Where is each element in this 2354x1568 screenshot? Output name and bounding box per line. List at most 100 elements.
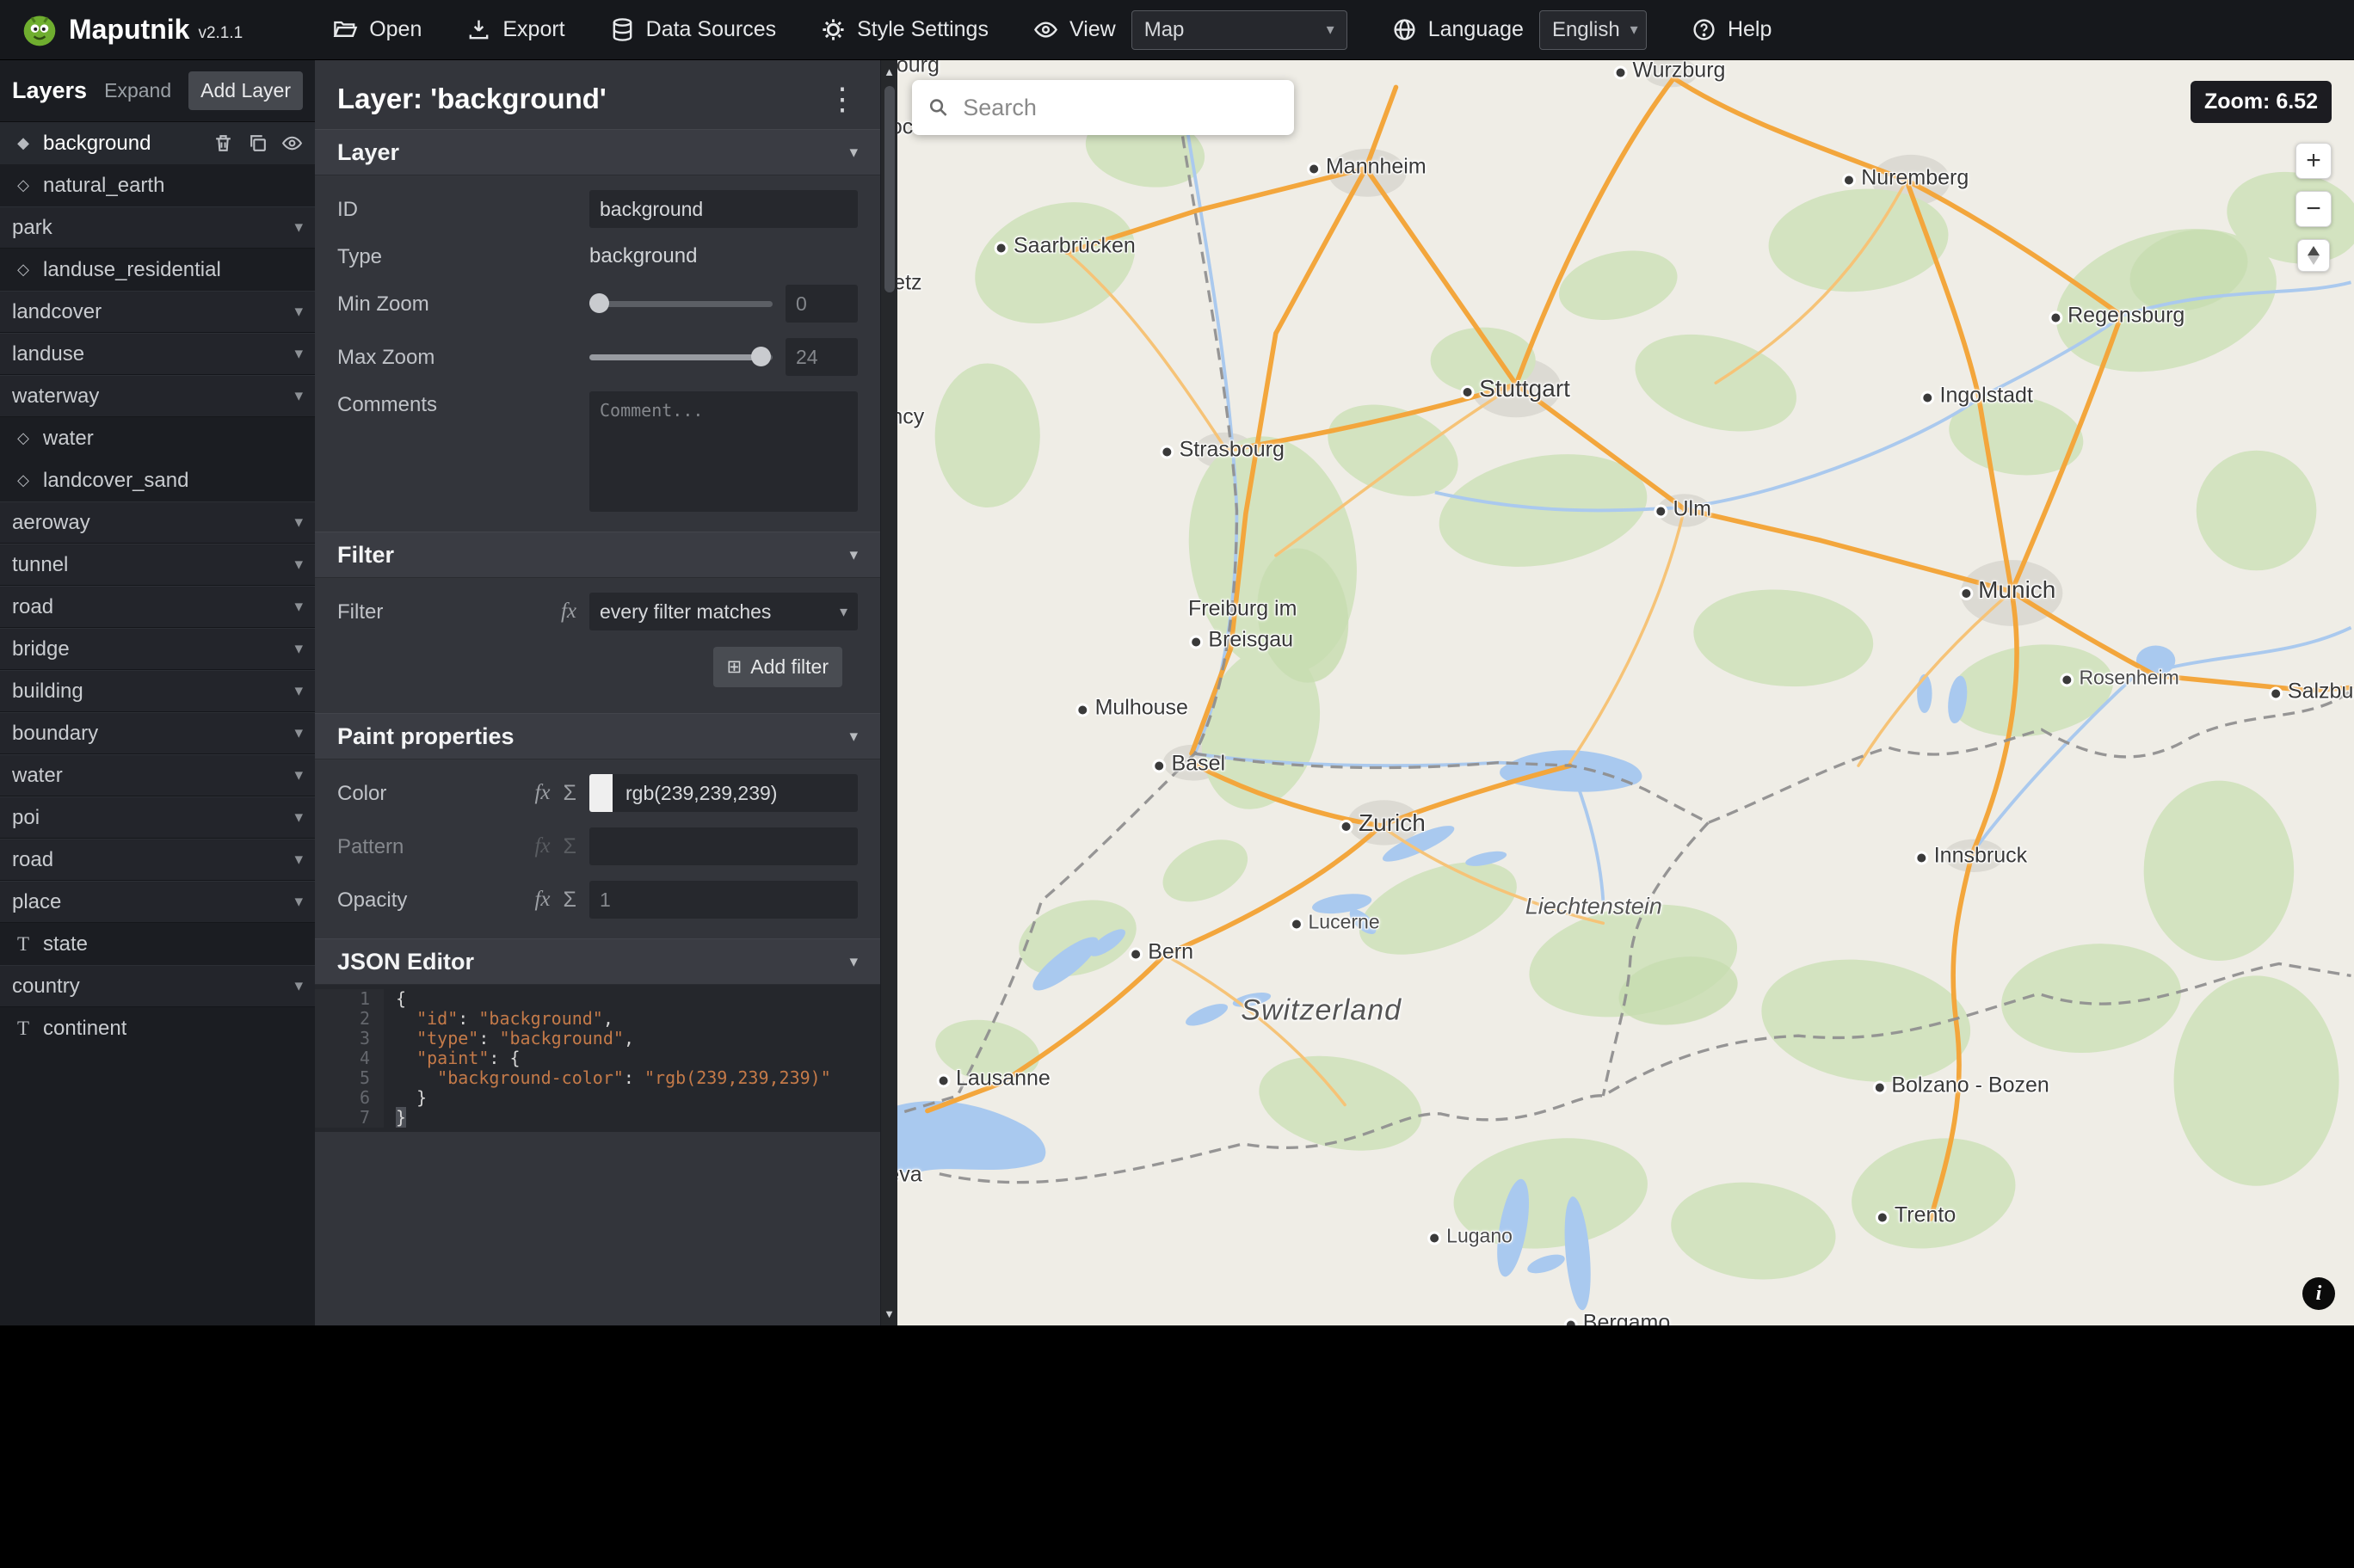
expand-button[interactable]: Expand (99, 78, 176, 103)
layer-list-item-country[interactable]: country ▾ (0, 965, 315, 1007)
data-sources-button[interactable]: Data Sources (610, 17, 776, 42)
attribution-info-button[interactable]: i (2302, 1277, 2335, 1310)
background-opacity-input[interactable] (589, 881, 858, 919)
section-header-json-editor[interactable]: JSON Editor ▾ (315, 938, 880, 985)
chevron-down-icon[interactable]: ▾ (294, 723, 303, 743)
chevron-down-icon[interactable]: ▾ (294, 218, 303, 237)
help-button[interactable]: Help (1692, 17, 1772, 42)
sigma-icon[interactable]: Σ (564, 834, 576, 859)
view-mode-select[interactable]: Map ▾ (1131, 9, 1347, 50)
language-button[interactable]: Language (1392, 17, 1524, 42)
fx-icon[interactable]: fx (534, 888, 550, 912)
layer-list-item-state[interactable]: Tstate (0, 923, 315, 965)
chevron-down-icon[interactable]: ▾ (294, 639, 303, 659)
fx-icon[interactable]: fx (534, 834, 550, 858)
background-pattern-input[interactable] (589, 827, 858, 865)
duplicate-layer-icon[interactable] (247, 132, 268, 154)
app-version: v2.1.1 (198, 23, 243, 42)
layer-list-item-aeroway[interactable]: aeroway ▾ (0, 501, 315, 544)
max-zoom-input[interactable] (786, 338, 858, 376)
layer-list-item-road[interactable]: road ▾ (0, 839, 315, 881)
chevron-down-icon[interactable]: ▾ (294, 386, 303, 406)
scroll-up-icon[interactable]: ▲ (881, 65, 897, 78)
slider-thumb[interactable] (589, 293, 609, 313)
fx-icon[interactable]: fx (534, 781, 550, 805)
layer-list-item-water[interactable]: ◇ water (0, 417, 315, 459)
json-editor[interactable]: 1{2 "id": "background", 3 "type": "backgr… (315, 985, 880, 1132)
layer-list-item-landcover_sand[interactable]: ◇ landcover_sand (0, 459, 315, 501)
open-button[interactable]: Open (333, 17, 422, 42)
add-layer-button[interactable]: Add Layer (188, 71, 303, 110)
max-zoom-slider[interactable] (589, 338, 773, 376)
chevron-down-icon[interactable]: ▾ (294, 808, 303, 827)
symbol-layer-icon: T (16, 932, 30, 955)
chevron-down-icon[interactable]: ▾ (294, 513, 303, 532)
sigma-icon[interactable]: Σ (564, 888, 576, 913)
color-swatch[interactable] (589, 774, 613, 812)
editor-scrollbar[interactable]: ▲ ▼ (880, 60, 897, 1325)
layer-id-input[interactable] (589, 190, 858, 228)
map-label: Innsbruck (1917, 844, 2027, 869)
fx-icon[interactable]: fx (561, 600, 576, 624)
chevron-down-icon[interactable]: ▾ (294, 597, 303, 617)
zoom-in-button[interactable]: + (2295, 143, 2332, 179)
view-button[interactable]: View (1033, 17, 1116, 42)
show-layer-icon[interactable] (281, 132, 303, 154)
chevron-down-icon[interactable]: ▾ (294, 892, 303, 912)
layer-list-item-water[interactable]: water ▾ (0, 754, 315, 796)
section-header-layer[interactable]: Layer ▾ (315, 129, 880, 175)
layer-list-item-road[interactable]: road ▾ (0, 586, 315, 628)
comments-textarea[interactable] (589, 391, 858, 512)
style-settings-button[interactable]: Style Settings (821, 17, 989, 42)
chevron-down-icon[interactable]: ▾ (294, 555, 303, 575)
sigma-icon[interactable]: Σ (564, 781, 576, 806)
section-header-paint[interactable]: Paint properties ▾ (315, 713, 880, 759)
compass-button[interactable] (2297, 239, 2330, 272)
fill-layer-icon: ◇ (17, 176, 29, 194)
chevron-down-icon[interactable]: ▾ (294, 302, 303, 322)
layer-list-item-background[interactable]: ◆ background (0, 122, 315, 164)
city-dot (1877, 1213, 1887, 1222)
chevron-down-icon[interactable]: ▾ (294, 344, 303, 364)
layer-name: aeroway (12, 510, 90, 534)
add-filter-label: Add filter (750, 655, 829, 678)
chevron-down-icon[interactable]: ▾ (294, 976, 303, 996)
scrollbar-thumb[interactable] (884, 86, 895, 292)
delete-layer-icon[interactable] (213, 132, 234, 154)
layer-list-item-park[interactable]: park ▾ (0, 206, 315, 249)
map-viewport[interactable]: Wurzburg Mannheim Nuremberg Saarbrücken Rege… (897, 60, 2354, 1325)
background-color-input[interactable] (589, 774, 858, 812)
map-label: Lausanne (940, 1067, 1051, 1091)
slider-thumb[interactable] (751, 347, 772, 366)
layer-list-item-bridge[interactable]: bridge ▾ (0, 628, 315, 670)
export-button[interactable]: Export (466, 17, 565, 42)
section-header-filter[interactable]: Filter ▾ (315, 532, 880, 578)
layer-list-item-natural_earth[interactable]: ◇ natural_earth (0, 164, 315, 206)
language-select[interactable]: English ▾ (1538, 9, 1647, 50)
city-dot (1131, 950, 1141, 959)
layer-list-item-continent[interactable]: Tcontinent (0, 1007, 315, 1049)
layer-list-item-building[interactable]: building ▾ (0, 670, 315, 712)
filter-combiner-select[interactable]: every filter matches ▾ (589, 593, 858, 630)
min-zoom-input[interactable] (786, 285, 858, 323)
min-zoom-slider[interactable] (589, 285, 773, 323)
layer-list-item-boundary[interactable]: boundary ▾ (0, 712, 315, 754)
chevron-down-icon[interactable]: ▾ (294, 681, 303, 701)
line-number: 1 (315, 989, 384, 1009)
layer-list-item-waterway[interactable]: waterway ▾ (0, 375, 315, 417)
layer-list-item-landuse_residential[interactable]: ◇ landuse_residential (0, 249, 315, 291)
map-search-box[interactable] (912, 80, 1294, 135)
add-filter-button[interactable]: ⊞ Add filter (712, 647, 842, 687)
scroll-down-icon[interactable]: ▼ (881, 1307, 897, 1320)
zoom-out-button[interactable]: − (2295, 191, 2332, 227)
layer-list-item-poi[interactable]: poi ▾ (0, 796, 315, 839)
chevron-down-icon[interactable]: ▾ (294, 766, 303, 785)
layer-list-item-tunnel[interactable]: tunnel ▾ (0, 544, 315, 586)
layer-list-item-place[interactable]: place ▾ (0, 881, 315, 923)
layer-list-item-landcover[interactable]: landcover ▾ (0, 291, 315, 333)
search-input[interactable] (961, 93, 1279, 122)
json-code-line: 6 } (315, 1088, 880, 1108)
layer-list-item-landuse[interactable]: landuse ▾ (0, 333, 315, 375)
layer-actions-menu-icon[interactable]: ⋮ (827, 83, 858, 114)
chevron-down-icon[interactable]: ▾ (294, 850, 303, 870)
